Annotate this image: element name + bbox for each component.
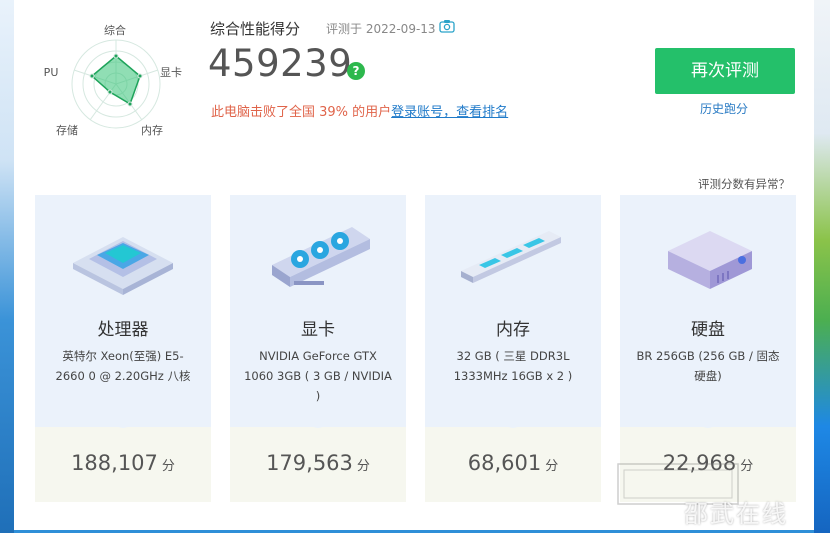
cpu-title: 处理器	[97, 320, 149, 340]
gpu-card[interactable]: 显卡 NVIDIA GeForce GTX 1060 3GB ( 3 GB / …	[230, 195, 406, 502]
retest-button[interactable]: 再次评测	[655, 48, 795, 94]
site-watermark: 邵武在线	[684, 500, 788, 528]
cpu-score-unit: 分	[161, 459, 175, 474]
cpu-card[interactable]: 处理器 英特尔 Xeon(至强) E5-2660 0 @ 2.20GHz 八核 …	[35, 195, 211, 502]
memory-score: 68,601 分	[425, 451, 601, 475]
disk-title: 硬盘	[691, 320, 725, 340]
radar-label-memory: 内存	[141, 123, 163, 137]
radar-score-area	[90, 55, 141, 106]
cpu-model: 英特尔 Xeon(至强) E5-2660 0 @ 2.20GHz 八核	[55, 349, 191, 383]
gpu-model: NVIDIA GeForce GTX 1060 3GB ( 3 GB / NVI…	[244, 349, 392, 403]
graphics-card-icon	[272, 227, 370, 287]
help-icon[interactable]: ?	[347, 62, 365, 80]
cpu-chip-icon	[73, 237, 173, 295]
cpu-score: 188,107 分	[35, 451, 211, 475]
desktop-background-left	[0, 0, 14, 533]
memory-stick-icon	[461, 231, 561, 283]
memory-model: 32 GB ( 三星 DDR3L 1333MHz 16GB x 2 )	[453, 349, 573, 383]
radar-label-storage: 存储	[56, 123, 78, 137]
desktop-background-right	[814, 0, 830, 533]
memory-score-unit: 分	[545, 459, 559, 474]
gpu-title: 显卡	[301, 320, 335, 340]
gpu-score-value: 179,563	[266, 451, 353, 475]
disk-model: BR 256GB (256 GB / 固态硬盘)	[636, 349, 780, 383]
history-scores-link[interactable]: 历史跑分	[700, 100, 748, 117]
total-score: 459239	[208, 42, 353, 85]
beat-percent-text: 此电脑击败了全国 39% 的用户	[211, 105, 392, 120]
radar-label-gpu: 显卡	[160, 66, 182, 79]
ranking-text: 此电脑击败了全国 39% 的用户登录账号，查看排名	[211, 101, 508, 120]
test-date: 评测于 2022-09-13	[326, 22, 436, 36]
login-link[interactable]: 登录账号，查看排名	[391, 105, 508, 120]
gpu-score-unit: 分	[356, 459, 370, 474]
memory-title: 内存	[496, 320, 530, 340]
camera-icon[interactable]	[439, 19, 455, 33]
radar-label-overall: 综合	[104, 23, 126, 37]
cpu-score-value: 188,107	[71, 451, 158, 475]
radar-chart: 综合 显卡 内存 存储 CPU	[44, 23, 182, 137]
memory-score-value: 68,601	[467, 451, 542, 475]
benchmark-window: 综合 显卡 内存 存储 CPU 综合性能得分 评测于 2022-09-13 45…	[14, 0, 814, 530]
radar-label-cpu: CPU	[44, 66, 58, 79]
memory-card[interactable]: 内存 32 GB ( 三星 DDR3L 1333MHz 16GB x 2 ) 6…	[425, 195, 601, 502]
gpu-score: 179,563 分	[230, 451, 406, 475]
score-anomaly-link[interactable]: 评测分数有异常？	[698, 176, 790, 192]
hard-drive-icon	[668, 231, 752, 289]
score-title: 综合性能得分	[210, 20, 301, 38]
